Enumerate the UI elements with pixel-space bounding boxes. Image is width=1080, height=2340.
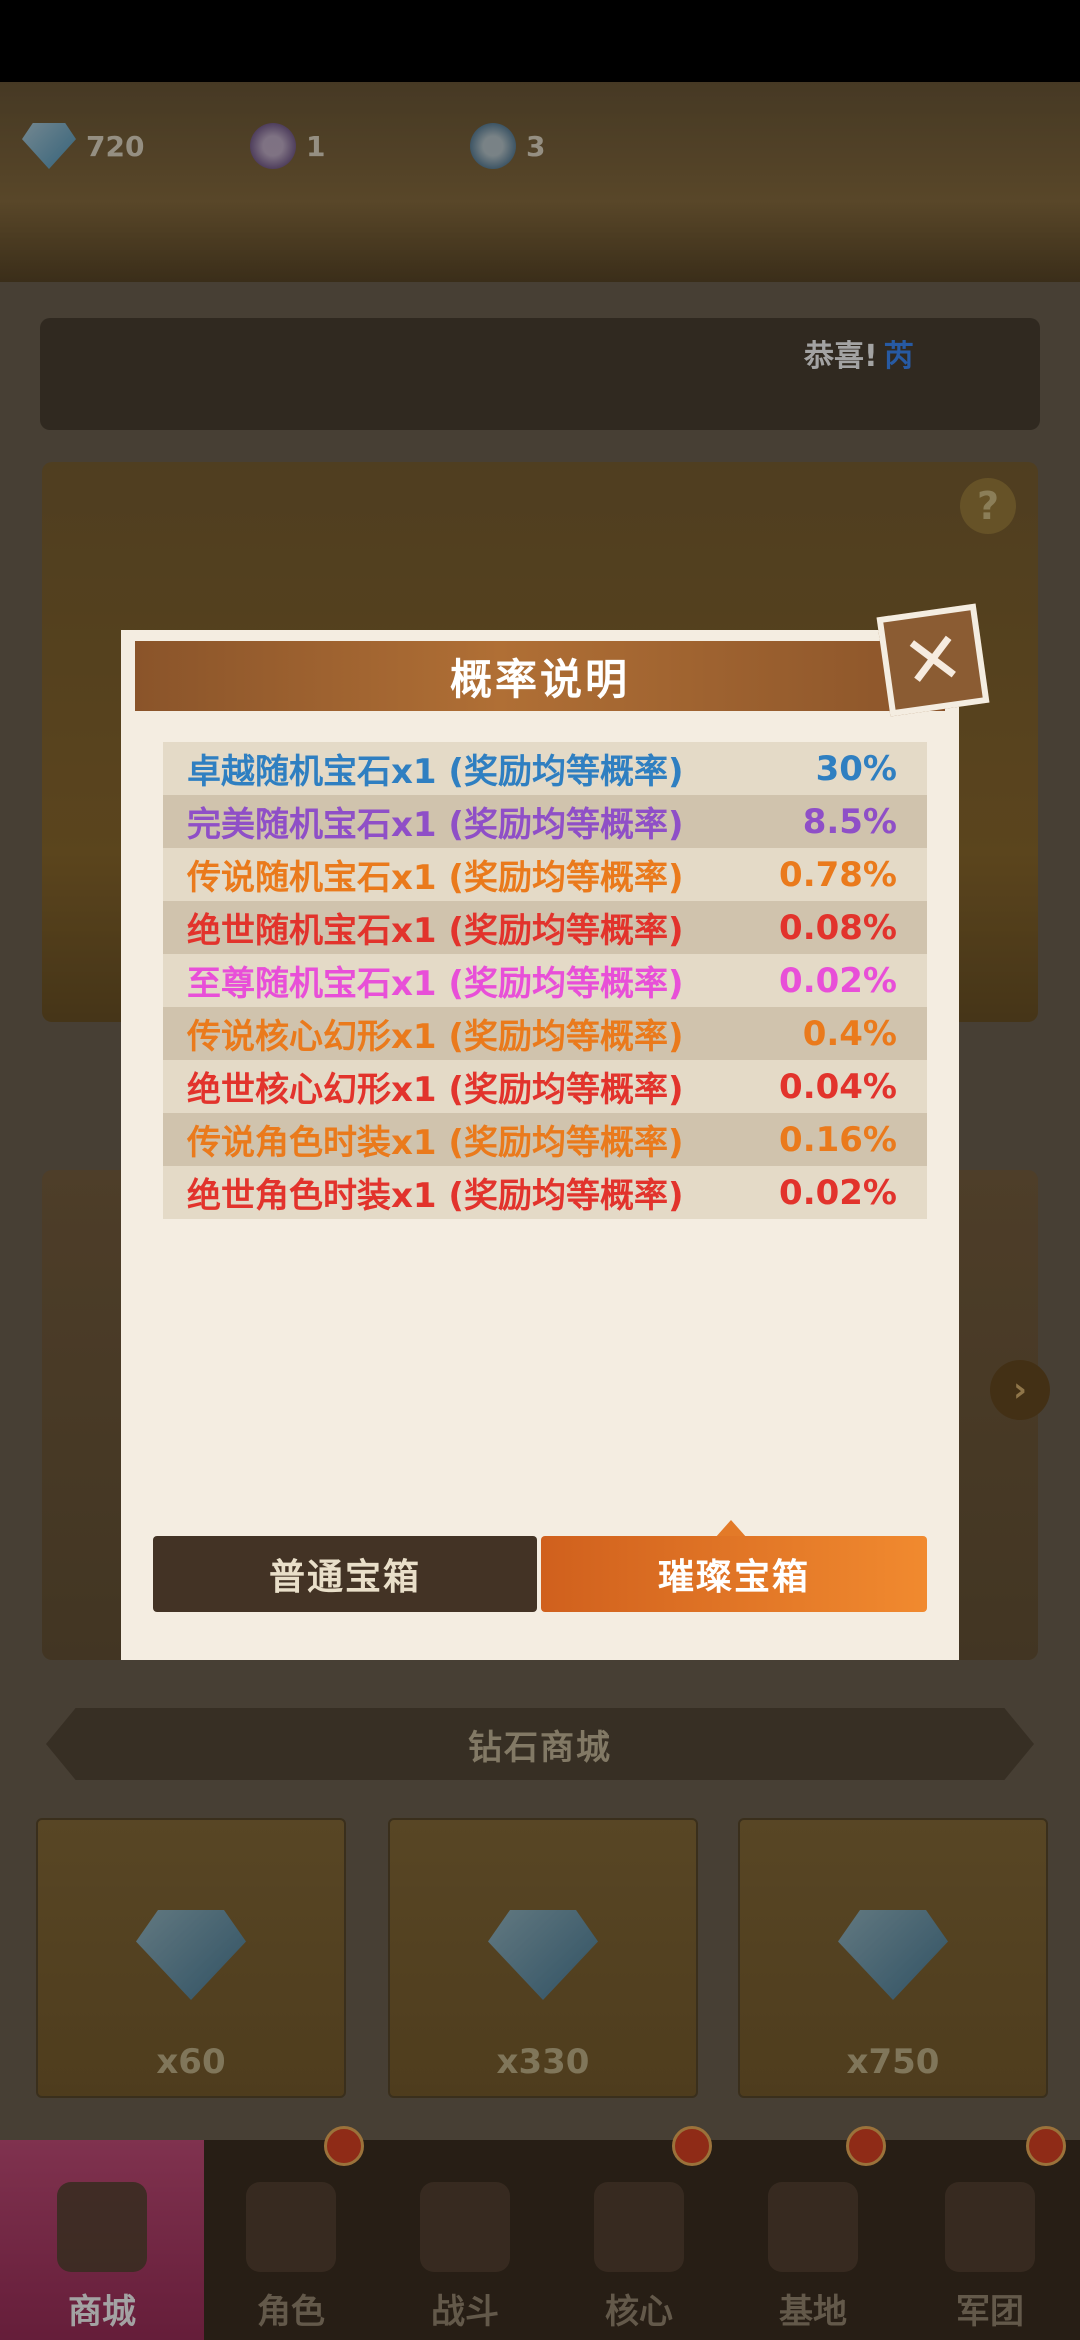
reward-probability: 0.02%	[779, 1172, 897, 1213]
reward-probability: 0.04%	[779, 1066, 897, 1107]
tab-label: 普通宝箱	[268, 1557, 421, 1598]
modal-header: 概率说明	[135, 641, 945, 711]
reward-name: 绝世核心幻形x1 (奖励均等概率)	[187, 1070, 684, 1110]
probability-row: 传说核心幻形x1 (奖励均等概率) 0.4%	[163, 1007, 927, 1060]
modal-title: 概率说明	[449, 654, 630, 704]
reward-name: 绝世随机宝石x1 (奖励均等概率)	[187, 911, 684, 951]
reward-name: 完美随机宝石x1 (奖励均等概率)	[187, 805, 684, 845]
reward-probability: 0.4%	[802, 1013, 897, 1054]
tab-brilliant-chest[interactable]: 璀璨宝箱	[541, 1536, 927, 1612]
reward-probability: 8.5%	[802, 801, 897, 842]
tab-normal-chest[interactable]: 普通宝箱	[153, 1536, 537, 1612]
probability-row: 绝世核心幻形x1 (奖励均等概率) 0.04%	[163, 1060, 927, 1113]
reward-probability: 0.78%	[779, 854, 897, 895]
reward-probability: 0.08%	[779, 907, 897, 948]
close-button[interactable]: ✕	[876, 603, 990, 717]
reward-name: 传说随机宝石x1 (奖励均等概率)	[187, 858, 684, 898]
probability-modal: 概率说明 ✕ 卓越随机宝石x1 (奖励均等概率) 30% 完美随机宝石x1 (奖…	[121, 603, 990, 1660]
reward-probability: 0.02%	[779, 960, 897, 1001]
probability-row: 绝世随机宝石x1 (奖励均等概率) 0.08%	[163, 901, 927, 954]
probability-row: 至尊随机宝石x1 (奖励均等概率) 0.02%	[163, 954, 927, 1007]
reward-probability: 30%	[815, 748, 897, 789]
close-icon: ✕	[897, 614, 969, 706]
reward-name: 传说角色时装x1 (奖励均等概率)	[187, 1123, 684, 1163]
reward-name: 卓越随机宝石x1 (奖励均等概率)	[187, 752, 684, 792]
reward-name: 传说核心幻形x1 (奖励均等概率)	[187, 1017, 684, 1057]
probability-row: 传说角色时装x1 (奖励均等概率) 0.16%	[163, 1113, 927, 1166]
probability-list: 卓越随机宝石x1 (奖励均等概率) 30% 完美随机宝石x1 (奖励均等概率) …	[163, 742, 927, 1219]
reward-probability: 0.16%	[779, 1119, 897, 1160]
probability-row: 卓越随机宝石x1 (奖励均等概率) 30%	[163, 742, 927, 795]
reward-name: 至尊随机宝石x1 (奖励均等概率)	[187, 964, 684, 1004]
probability-row: 绝世角色时装x1 (奖励均等概率) 0.02%	[163, 1166, 927, 1219]
tab-label: 璀璨宝箱	[657, 1557, 810, 1598]
reward-name: 绝世角色时装x1 (奖励均等概率)	[187, 1176, 684, 1216]
probability-row: 完美随机宝石x1 (奖励均等概率) 8.5%	[163, 795, 927, 848]
probability-row: 传说随机宝石x1 (奖励均等概率) 0.78%	[163, 848, 927, 901]
